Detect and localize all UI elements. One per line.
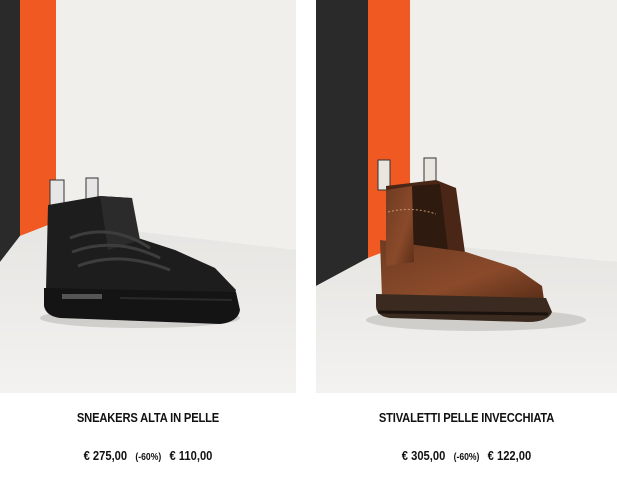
product-card-sneakers[interactable]: SNEAKERS ALTA IN PELLE € 275,00 (-60%) €… xyxy=(0,0,296,463)
product-title[interactable]: SNEAKERS ALTA IN PELLE xyxy=(21,410,276,425)
product-price: € 305,00 (-60%) € 122,00 xyxy=(337,448,596,463)
product-image-boots[interactable] xyxy=(316,0,617,393)
price-original: € 305,00 xyxy=(401,448,446,463)
discount-badge: (-60%) xyxy=(453,452,480,463)
product-card-boots[interactable]: STIVALETTI PELLE INVECCHIATA € 305,00 (-… xyxy=(316,0,617,463)
price-original: € 275,00 xyxy=(83,448,128,463)
product-image-sneakers[interactable] xyxy=(0,0,296,393)
price-sale: € 122,00 xyxy=(487,448,532,463)
discount-badge: (-60%) xyxy=(135,452,162,463)
price-sale: € 110,00 xyxy=(169,448,213,463)
product-title[interactable]: STIVALETTI PELLE INVECCHIATA xyxy=(337,410,596,425)
product-price: € 275,00 (-60%) € 110,00 xyxy=(21,448,276,463)
